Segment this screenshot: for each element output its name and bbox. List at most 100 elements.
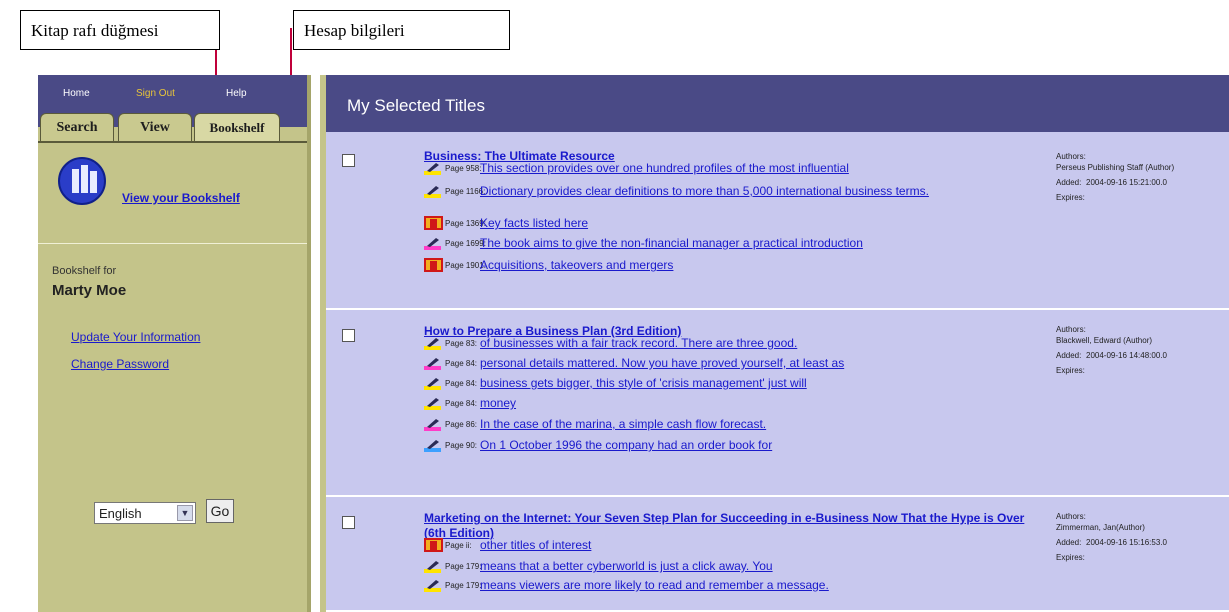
authors-value: Perseus Publishing Staff (Author) [1056,163,1175,172]
page-number: Page 179: [445,562,482,571]
annotation-entry: Page 84: personal details mattered. Now y… [424,354,1044,374]
added-value: 2004-09-16 14:48:00.0 [1086,351,1167,360]
tab-search[interactable]: Search [40,113,114,141]
user-name: Marty Moe [52,282,127,299]
title-metadata: Authors: Zimmerman, Jan(Author) Added: 2004… [1056,511,1229,563]
view-bookshelf-link[interactable]: View your Bookshelf [122,191,240,205]
highlighter-icon[interactable] [424,236,443,250]
title-row: Marketing on the Internet: Your Seven St… [326,499,1229,612]
title-metadata: Authors: Perseus Publishing Staff (Author… [1056,151,1229,203]
page-number: Page 84: [445,359,478,368]
title-row: How to Prepare a Business Plan (3rd Edit… [326,312,1229,497]
annotation-entry: Page 958: This section provides over one … [424,159,1044,179]
highlighter-icon[interactable] [424,184,443,198]
highlighter-icon[interactable] [424,356,443,370]
bookshelf-for-label: Bookshelf for [52,265,117,277]
annotation-link[interactable]: money [480,396,516,411]
annotation-link[interactable]: means that a better cyberworld is just a… [480,559,773,574]
title-row: Business: The Ultimate Resource Page 958:… [326,137,1229,310]
annotation-link[interactable]: In the case of the marina, a simple cash… [480,417,766,432]
language-select[interactable]: English ▼ [94,502,196,524]
highlighter-icon[interactable] [424,336,443,350]
nav-signout-link[interactable]: Sign Out [136,88,175,99]
added-value: 2004-09-16 15:16:53.0 [1086,538,1167,547]
title-metadata: Authors: Blackwell, Edward (Author) Added:… [1056,324,1229,376]
page-number: Page 958: [445,164,482,173]
expires-label: Expires: [1056,193,1085,202]
expires-label: Expires: [1056,366,1085,375]
annotation-entry: Page 1699: The book aims to give the non-… [424,234,1044,254]
tab-underline [38,141,307,143]
annotation-link[interactable]: business gets bigger, this style of 'cri… [480,376,807,391]
highlighter-icon[interactable] [424,417,443,431]
annotation-link[interactable]: means viewers are more likely to read an… [480,578,829,593]
annotation-link[interactable]: The book aims to give the non-financial … [480,236,863,251]
annotation-link[interactable]: Acquisitions, takeovers and mergers [480,258,673,273]
annotation-entry: Page 179: means that a better cyberworld … [424,557,1044,577]
added-value: 2004-09-16 15:21:00.0 [1086,178,1167,187]
change-password-link[interactable]: Change Password [71,357,169,371]
annotation-entry: Page 86: In the case of the marina, a sim… [424,415,1044,435]
bookmark-icon[interactable] [424,258,443,272]
callout-account-info: Hesap bilgileri [293,10,510,50]
annotation-entry: Page 179: means viewers are more likely t… [424,576,1044,596]
added-label: Added: [1056,178,1082,187]
highlighter-icon[interactable] [424,438,443,452]
select-checkbox[interactable] [342,329,355,342]
content-header: My Selected Titles [326,75,1229,132]
annotation-entry: Page 1369: Key facts listed here [424,214,1044,234]
added-label: Added: [1056,351,1082,360]
annotation-link[interactable]: Dictionary provides clear definitions to… [480,184,1040,199]
highlighter-icon[interactable] [424,376,443,390]
annotation-entry: Page 90: On 1 October 1996 the company ha… [424,436,1044,456]
annotation-entry: Page 1166: Dictionary provides clear defi… [424,182,1044,202]
bookmark-icon[interactable] [424,216,443,230]
tab-view[interactable]: View [118,113,192,141]
chevron-down-icon[interactable]: ▼ [177,505,193,521]
highlighter-icon[interactable] [424,161,443,175]
nav-help-link[interactable]: Help [226,88,247,99]
annotation-entry: Page 83: of businesses with a fair track … [424,334,1044,354]
main-content: My Selected Titles Business: The Ultimat… [320,75,1229,612]
page-number: Page ii: [445,541,472,550]
select-checkbox[interactable] [342,516,355,529]
authors-label: Authors: [1056,152,1086,161]
expires-label: Expires: [1056,553,1085,562]
annotation-link[interactable]: Key facts listed here [480,216,588,231]
nav-home-link[interactable]: Home [63,88,90,99]
annotation-entry: Page ii: other titles of interest [424,536,1044,556]
highlighter-icon[interactable] [424,578,443,592]
authors-value: Zimmerman, Jan(Author) [1056,523,1145,532]
authors-label: Authors: [1056,512,1086,521]
annotation-link[interactable]: other titles of interest [480,538,591,553]
bookshelf-icon[interactable] [58,157,106,205]
annotation-entry: Page 1901: Acquisitions, takeovers and me… [424,256,1044,276]
annotation-link[interactable]: On 1 October 1996 the company had an ord… [480,438,772,453]
highlighter-icon[interactable] [424,559,443,573]
annotation-entry: Page 84: money [424,394,1044,414]
authors-label: Authors: [1056,325,1086,334]
page-number: Page 90: [445,441,478,450]
annotation-link[interactable]: This section provides over one hundred p… [480,161,849,176]
sidebar-divider [38,243,307,244]
tab-bookshelf[interactable]: Bookshelf [194,113,280,141]
sidebar: Home Sign Out Help Search View Bookshelf… [38,75,311,612]
annotation-link[interactable]: of businesses with a fair track record. … [480,336,797,351]
select-checkbox[interactable] [342,154,355,167]
added-label: Added: [1056,538,1082,547]
page-title: My Selected Titles [347,96,485,115]
page-number: Page 83: [445,339,478,348]
language-value: English [99,506,142,521]
update-information-link[interactable]: Update Your Information [71,330,200,344]
page-number: Page 84: [445,399,478,408]
callout-bookshelf-button: Kitap rafı düğmesi [20,10,220,50]
highlighter-icon[interactable] [424,396,443,410]
page-number: Page 86: [445,420,478,429]
go-button[interactable]: Go [206,499,234,523]
page-number: Page 84: [445,379,478,388]
annotation-entry: Page 84: business gets bigger, this style… [424,374,1044,394]
page-number: Page 179: [445,581,482,590]
authors-value: Blackwell, Edward (Author) [1056,336,1153,345]
annotation-link[interactable]: personal details mattered. Now you have … [480,356,844,371]
bookmark-icon[interactable] [424,538,443,552]
